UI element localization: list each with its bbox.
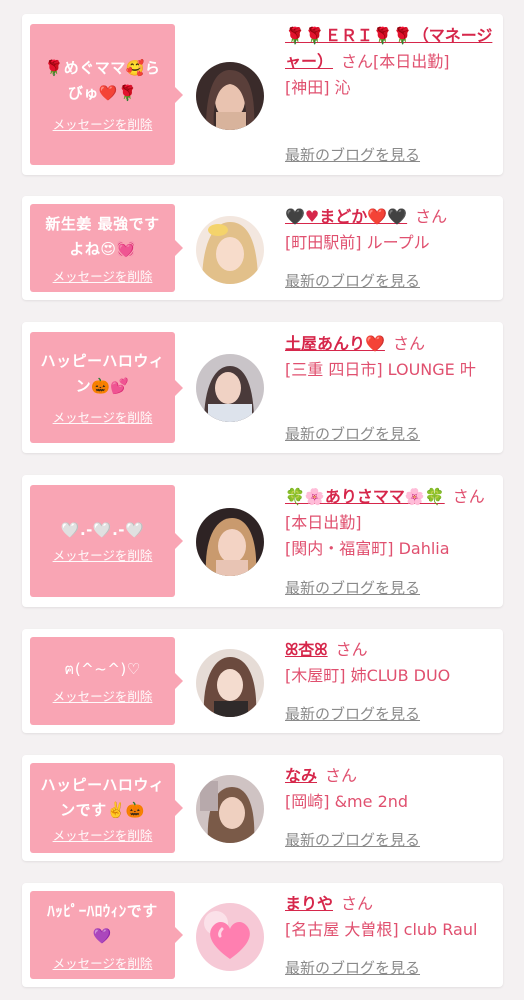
member-name[interactable]: まりや xyxy=(285,894,333,913)
message-text: ฅ(^~^)♡ xyxy=(64,660,141,678)
latest-blog-link[interactable]: 最新のブログを見る xyxy=(285,270,420,291)
message-card: 🌹めぐママ🥰らびゅ❤️🌹 メッセージを削除 🌹🌹ＥＲＩ🌹🌹（マネージャー） さん[… xyxy=(22,14,503,175)
delete-message-link[interactable]: メッセージを削除 xyxy=(53,407,153,426)
shop-name: [三重 四日市] LOUNGE 叶 xyxy=(285,360,476,379)
work-status: [本日出勤] xyxy=(373,52,450,71)
avatar-photo xyxy=(196,508,264,576)
latest-blog-link[interactable]: 最新のブログを見る xyxy=(285,703,420,724)
latest-blog-link[interactable]: 最新のブログを見る xyxy=(285,957,420,978)
message-card: ﾊｯﾋﾟｰﾊﾛｳｨﾝです💜 メッセージを削除 まりや さん [名古屋 大曽根] c… xyxy=(22,883,503,987)
message-text: 🤍.-🤍.-🤍 xyxy=(60,521,145,539)
latest-blog-link[interactable]: 最新のブログを見る xyxy=(285,577,420,598)
message-bubble: 新生姜 最強ですよね😍💓 メッセージを削除 xyxy=(30,204,183,292)
message-card: ハッピーハロウィン🎃💕 メッセージを削除 土屋あんり❤️ さん [三重 四日市] … xyxy=(22,322,503,453)
delete-message-link[interactable]: メッセージを削除 xyxy=(53,114,153,133)
message-card: ฅ(^~^)♡ メッセージを削除 ꕤ杏ꕤ さん [木屋町] 姉CLUB DUO 最… xyxy=(22,629,503,733)
delete-message-link[interactable]: メッセージを削除 xyxy=(53,545,153,564)
member-info: まりや さん [名古屋 大曽根] club Raul xyxy=(285,891,499,943)
message-text: 🌹めぐママ🥰らびゅ❤️🌹 xyxy=(44,59,161,102)
honorific: さん xyxy=(341,894,374,913)
shop-name: [神田] 沁 xyxy=(285,78,351,97)
delete-message-link[interactable]: メッセージを削除 xyxy=(53,266,153,285)
avatar-photo xyxy=(196,649,264,717)
shop-name: [名古屋 大曽根] club Raul xyxy=(285,920,478,939)
message-text: ハッピーハロウィンです✌️🎃 xyxy=(40,775,165,819)
message-card: 新生姜 最強ですよね😍💓 メッセージを削除 🖤♥まどか❤️🖤 さん [町田駅前] … xyxy=(22,196,503,300)
shop-name: [木屋町] 姉CLUB DUO xyxy=(285,666,451,685)
delete-message-link[interactable]: メッセージを削除 xyxy=(53,825,153,844)
avatar-photo xyxy=(196,354,264,422)
work-status: [本日出勤] xyxy=(285,513,362,532)
shop-name: [岡崎] &me 2nd xyxy=(285,792,409,811)
message-bubble: 🌹めぐママ🥰らびゅ❤️🌹 メッセージを削除 xyxy=(30,24,183,165)
message-feed: 🌹めぐママ🥰らびゅ❤️🌹 メッセージを削除 🌹🌹ＥＲＩ🌹🌹（マネージャー） さん[… xyxy=(0,0,524,1000)
member-info: 🖤♥まどか❤️🖤 さん [町田駅前] ループル xyxy=(285,204,499,256)
honorific: さん xyxy=(325,766,358,785)
delete-message-link[interactable]: メッセージを削除 xyxy=(53,953,153,972)
honorific: さん xyxy=(452,487,485,506)
message-text: ﾊｯﾋﾟｰﾊﾛｳｨﾝです💜 xyxy=(47,901,158,945)
avatar[interactable] xyxy=(196,903,264,971)
avatar[interactable] xyxy=(196,354,264,422)
latest-blog-link[interactable]: 最新のブログを見る xyxy=(285,423,420,444)
avatar[interactable] xyxy=(196,649,264,717)
avatar-photo xyxy=(196,775,264,843)
avatar[interactable] xyxy=(196,62,264,130)
heart-avatar xyxy=(196,903,264,971)
member-name[interactable]: ꕤ杏ꕤ xyxy=(285,640,328,659)
member-info: なみ さん [岡崎] &me 2nd xyxy=(285,763,499,815)
member-name[interactable]: 🍀🌸ありさママ🌸🍀 xyxy=(285,487,445,506)
honorific: さん xyxy=(341,52,374,71)
honorific: さん xyxy=(335,640,368,659)
latest-blog-link[interactable]: 最新のブログを見る xyxy=(285,829,420,850)
avatar[interactable] xyxy=(196,508,264,576)
avatar[interactable] xyxy=(196,216,264,284)
shop-name: [町田駅前] ループル xyxy=(285,233,430,252)
member-info: 🌹🌹ＥＲＩ🌹🌹（マネージャー） さん[本日出勤] [神田] 沁 xyxy=(285,23,499,101)
honorific: さん xyxy=(415,207,448,226)
message-card: 🤍.-🤍.-🤍 メッセージを削除 🍀🌸ありさママ🌸🍀 さん [本日出勤] [関内・福… xyxy=(22,475,503,607)
honorific: さん xyxy=(392,334,425,353)
message-bubble: ﾊｯﾋﾟｰﾊﾛｳｨﾝです💜 メッセージを削除 xyxy=(30,891,183,979)
message-bubble: ハッピーハロウィン🎃💕 メッセージを削除 xyxy=(30,332,183,443)
avatar[interactable] xyxy=(196,775,264,843)
avatar-photo xyxy=(196,216,264,284)
shop-name: [関内・福富町] Dahlia xyxy=(285,539,450,558)
member-name[interactable]: 土屋あんり❤️ xyxy=(285,334,385,353)
member-info: 🍀🌸ありさママ🌸🍀 さん [本日出勤] [関内・福富町] Dahlia xyxy=(285,484,499,562)
latest-blog-link[interactable]: 最新のブログを見る xyxy=(285,144,420,165)
delete-message-link[interactable]: メッセージを削除 xyxy=(53,686,153,705)
message-bubble: ハッピーハロウィンです✌️🎃 メッセージを削除 xyxy=(30,763,183,853)
member-info: ꕤ杏ꕤ さん [木屋町] 姉CLUB DUO xyxy=(285,637,499,689)
message-bubble: 🤍.-🤍.-🤍 メッセージを削除 xyxy=(30,485,183,597)
avatar-photo xyxy=(196,62,264,130)
message-text: 新生姜 最強ですよね😍💓 xyxy=(45,214,160,258)
member-name[interactable]: なみ xyxy=(285,766,317,785)
member-name[interactable]: 🖤♥まどか❤️🖤 xyxy=(285,207,407,226)
message-bubble: ฅ(^~^)♡ メッセージを削除 xyxy=(30,637,183,725)
member-info: 土屋あんり❤️ さん [三重 四日市] LOUNGE 叶 xyxy=(285,331,499,383)
message-text: ハッピーハロウィン🎃💕 xyxy=(40,352,165,395)
message-card: ハッピーハロウィンです✌️🎃 メッセージを削除 なみ さん [岡崎] &me 2n… xyxy=(22,755,503,861)
